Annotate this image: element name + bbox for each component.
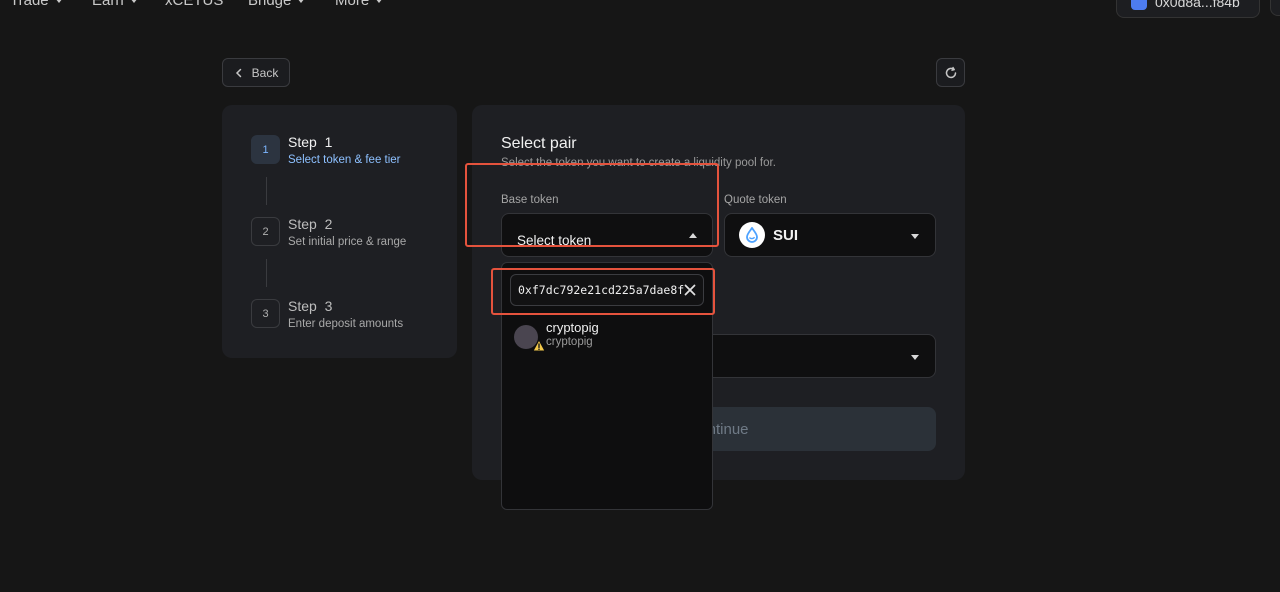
chevron-down-icon xyxy=(375,0,384,3)
step-1-number: 1 xyxy=(251,135,280,164)
nav-xcetus[interactable]: xCETUS xyxy=(165,0,223,9)
nav-trade-label: Trade xyxy=(10,0,49,9)
wallet-address: 0x0d8a...f84b xyxy=(1155,0,1240,10)
quote-token-select[interactable]: SUI xyxy=(724,213,936,257)
wallet-button[interactable]: 0x0d8a...f84b xyxy=(1116,0,1260,18)
highlight-box-base-token xyxy=(465,163,719,247)
nav-more-label: More xyxy=(335,0,370,9)
nav-more[interactable]: More xyxy=(335,0,384,9)
chevron-left-icon xyxy=(235,68,241,77)
step-1-subtitle: Select token & fee tier xyxy=(288,154,401,166)
warning-icon xyxy=(532,339,546,352)
step-2-title: Step 2 xyxy=(288,216,333,232)
settings-icon[interactable] xyxy=(1270,0,1280,16)
sui-token-icon xyxy=(739,222,765,248)
quote-token-value: SUI xyxy=(773,226,799,244)
nav-bridge[interactable]: Bridge xyxy=(248,0,306,9)
step-2-subtitle: Set initial price & range xyxy=(288,236,407,248)
step-connector xyxy=(266,177,267,205)
chevron-down-icon xyxy=(129,0,138,3)
back-button[interactable]: Back xyxy=(222,58,290,87)
refresh-icon xyxy=(945,66,956,78)
nav-bridge-label: Bridge xyxy=(248,0,292,9)
step-3-title: Step 3 xyxy=(288,298,333,314)
top-nav: Trade Earn xCETUS Bridge More xyxy=(0,0,1280,18)
refresh-button[interactable] xyxy=(936,58,965,87)
card-title: Select pair xyxy=(501,135,577,152)
nav-earn-label: Earn xyxy=(92,0,124,9)
token-name: cryptopig xyxy=(546,320,599,335)
chevron-down-icon xyxy=(911,355,919,360)
wallet-icon xyxy=(1131,0,1147,10)
step-3-subtitle: Enter deposit amounts xyxy=(288,318,404,330)
nav-earn[interactable]: Earn xyxy=(92,0,138,9)
token-result-item[interactable]: cryptopig cryptopig xyxy=(514,320,599,352)
step-2: 2 Step 2 Set initial price & range xyxy=(251,216,407,248)
step-1: 1 Step 1 Select token & fee tier xyxy=(251,134,401,166)
step-3-number: 3 xyxy=(251,299,280,328)
step-connector xyxy=(266,259,267,287)
step-3: 3 Step 3 Enter deposit amounts xyxy=(251,298,404,330)
nav-trade[interactable]: Trade xyxy=(10,0,63,9)
back-label: Back xyxy=(251,65,279,80)
step-2-number: 2 xyxy=(251,217,280,246)
quote-token-label: Quote token xyxy=(724,194,787,206)
token-avatar xyxy=(514,325,546,352)
nav-xcetus-label: xCETUS xyxy=(165,0,224,9)
chevron-down-icon xyxy=(911,234,919,239)
chevron-down-icon xyxy=(297,0,306,3)
chevron-down-icon xyxy=(54,0,63,3)
token-symbol: cryptopig xyxy=(546,336,593,348)
highlight-box-search xyxy=(491,268,715,315)
step-1-title: Step 1 xyxy=(288,134,333,150)
steps-panel: 1 Step 1 Select token & fee tier 2 Step … xyxy=(222,105,457,358)
